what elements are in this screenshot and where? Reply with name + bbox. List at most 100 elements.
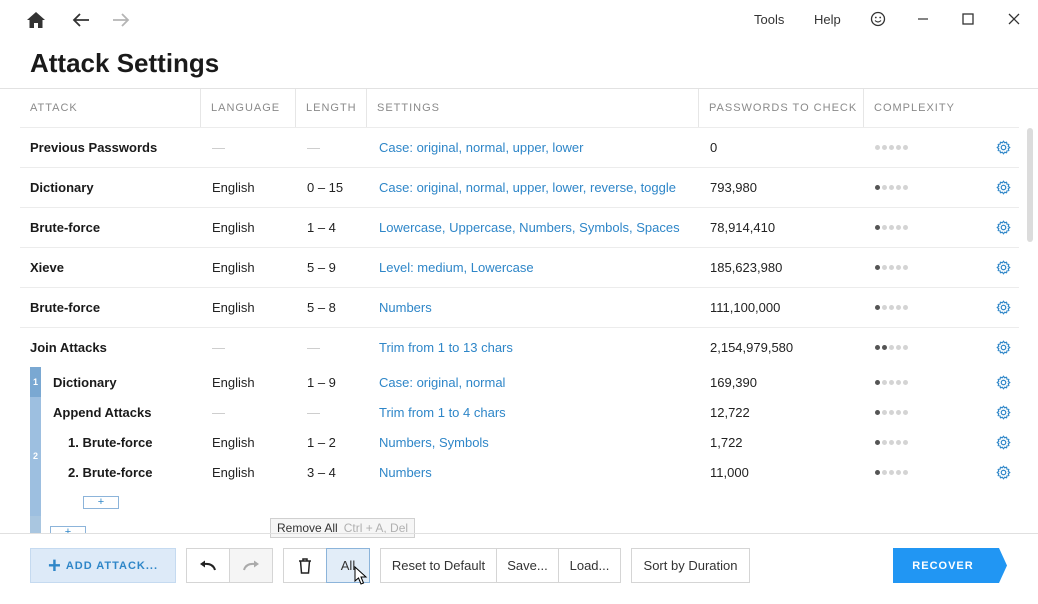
tooltip: Remove All Ctrl + A, Del — [270, 518, 416, 538]
complexity-dot — [875, 379, 880, 385]
complexity-dot — [882, 439, 887, 445]
forward-arrow-icon[interactable] — [106, 6, 136, 34]
home-icon[interactable] — [21, 6, 51, 34]
gear-icon[interactable] — [996, 207, 1011, 247]
reset-to-default-button[interactable]: Reset to Default — [380, 548, 497, 583]
attack-settings-link[interactable]: Trim from 1 to 4 chars — [379, 397, 506, 427]
attack-row[interactable]: Brute-force English 1 – 4 Lowercase, Upperc… — [20, 207, 1019, 247]
attack-name: Dictionary — [30, 179, 94, 195]
attack-name: Brute-force — [30, 299, 101, 315]
complexity-indicator — [875, 167, 908, 207]
complexity-dot — [896, 469, 901, 475]
complexity-dot — [875, 439, 880, 445]
attack-language: English — [212, 434, 255, 450]
complexity-dot — [889, 144, 894, 150]
row-divider — [20, 327, 1019, 328]
complexity-dot — [882, 184, 887, 190]
complexity-dot — [896, 409, 901, 415]
attack-name: Join Attacks — [30, 339, 107, 355]
feedback-smiley-icon[interactable] — [863, 6, 893, 32]
column-header-passwords[interactable]: PASSWORDS TO CHECK — [699, 89, 857, 127]
attack-settings-link[interactable]: Trim from 1 to 13 chars — [379, 327, 513, 367]
complexity-indicator — [875, 207, 908, 247]
undo-button[interactable] — [186, 548, 230, 583]
attack-row[interactable]: Dictionary English 1 – 9 Case: original, no… — [20, 367, 1019, 397]
attack-row[interactable]: 1. Brute-force English 1 – 2 Numbers, Symbo… — [20, 427, 1019, 457]
recover-button[interactable]: RECOVER — [893, 548, 1007, 583]
minimize-icon[interactable] — [908, 6, 938, 32]
column-header-language[interactable]: LANGUAGE — [201, 89, 280, 127]
gear-icon[interactable] — [996, 167, 1011, 207]
redo-icon — [243, 560, 259, 570]
attack-name: Dictionary — [53, 374, 117, 390]
load-button[interactable]: Load... — [558, 548, 621, 583]
gear-icon[interactable] — [996, 367, 1011, 397]
attack-name: Previous Passwords — [30, 139, 158, 155]
complexity-dot — [875, 409, 880, 415]
gear-icon[interactable] — [996, 287, 1011, 327]
column-header-settings[interactable]: SETTINGS — [367, 89, 440, 127]
sort-by-duration-button[interactable]: Sort by Duration — [631, 548, 750, 583]
attack-row[interactable]: 2. Brute-force English 3 – 4 Numbers 11,000 — [20, 457, 1019, 487]
gear-icon[interactable] — [996, 397, 1011, 427]
attack-length: 5 – 9 — [307, 259, 336, 275]
attack-passwords: 169,390 — [710, 374, 757, 390]
gear-icon[interactable] — [996, 247, 1011, 287]
complexity-dot — [896, 439, 901, 445]
complexity-dot — [875, 184, 880, 190]
redo-button[interactable] — [229, 548, 273, 583]
row-divider — [20, 167, 1019, 168]
complexity-dot — [875, 469, 880, 475]
attack-settings-link[interactable]: Numbers — [379, 287, 432, 327]
attack-passwords: 2,154,979,580 — [710, 339, 794, 355]
attack-length: 1 – 4 — [307, 219, 336, 235]
attack-language: English — [212, 464, 255, 480]
complexity-indicator — [875, 287, 908, 327]
attack-passwords: 11,000 — [710, 464, 749, 480]
column-header-complexity[interactable]: COMPLEXITY — [864, 89, 955, 127]
gear-icon[interactable] — [996, 427, 1011, 457]
complexity-dot — [903, 344, 908, 350]
attack-settings-link[interactable]: Case: original, normal, upper, lower — [379, 127, 584, 167]
close-icon[interactable] — [999, 6, 1029, 32]
attack-language: — — [212, 139, 225, 155]
gear-icon[interactable] — [996, 457, 1011, 487]
complexity-dot — [903, 469, 908, 475]
add-sub-attack-button[interactable]: + — [83, 496, 119, 509]
delete-button[interactable] — [283, 548, 327, 583]
menu-help[interactable]: Help — [814, 12, 841, 27]
add-attack-button[interactable]: + ADD ATTACK... — [30, 548, 176, 583]
complexity-dot — [903, 264, 908, 270]
gear-icon[interactable] — [996, 327, 1011, 367]
attack-row[interactable]: Xieve English 5 – 9 Level: medium, Lowercas… — [20, 247, 1019, 287]
attack-row[interactable]: Previous Passwords — — Case: original, norm… — [20, 127, 1019, 167]
complexity-dot — [903, 304, 908, 310]
attack-row[interactable]: Append Attacks — — Trim from 1 to 4 chars 12… — [20, 397, 1019, 427]
attack-row[interactable]: Dictionary English 0 – 15 Case: original, n… — [20, 167, 1019, 207]
attack-settings-link[interactable]: Case: original, normal, upper, lower, re… — [379, 167, 676, 207]
complexity-dot — [896, 304, 901, 310]
save-button[interactable]: Save... — [496, 548, 559, 583]
back-arrow-icon[interactable] — [66, 6, 96, 34]
complexity-indicator — [875, 457, 908, 487]
attack-length: 3 – 4 — [307, 464, 336, 480]
column-header-attack[interactable]: ATTACK — [20, 89, 78, 127]
attack-settings-link[interactable]: Case: original, normal — [379, 367, 505, 397]
complexity-dot — [903, 184, 908, 190]
scrollbar[interactable] — [1027, 128, 1033, 242]
attack-settings-link[interactable]: Level: medium, Lowercase — [379, 247, 534, 287]
gear-icon[interactable] — [996, 127, 1011, 167]
maximize-icon[interactable] — [953, 6, 983, 32]
attack-settings-link[interactable]: Lowercase, Uppercase, Numbers, Symbols, … — [379, 207, 680, 247]
attack-length: 0 – 15 — [307, 179, 344, 195]
attack-settings-link[interactable]: Numbers — [379, 457, 432, 487]
attack-row[interactable]: Brute-force English 5 – 8 Numbers 111,100,00… — [20, 287, 1019, 327]
attack-length: 1 – 2 — [307, 434, 336, 450]
menu-tools[interactable]: Tools — [754, 12, 784, 27]
column-header-length[interactable]: LENGTH — [296, 89, 357, 127]
attack-row[interactable]: Join Attacks — — Trim from 1 to 13 chars 2,1… — [20, 327, 1019, 367]
add-attack-label: ADD ATTACK... — [65, 559, 159, 572]
attack-passwords: 111,100,000 — [710, 299, 781, 315]
row-divider — [20, 207, 1019, 208]
attack-settings-link[interactable]: Numbers, Symbols — [379, 427, 489, 457]
